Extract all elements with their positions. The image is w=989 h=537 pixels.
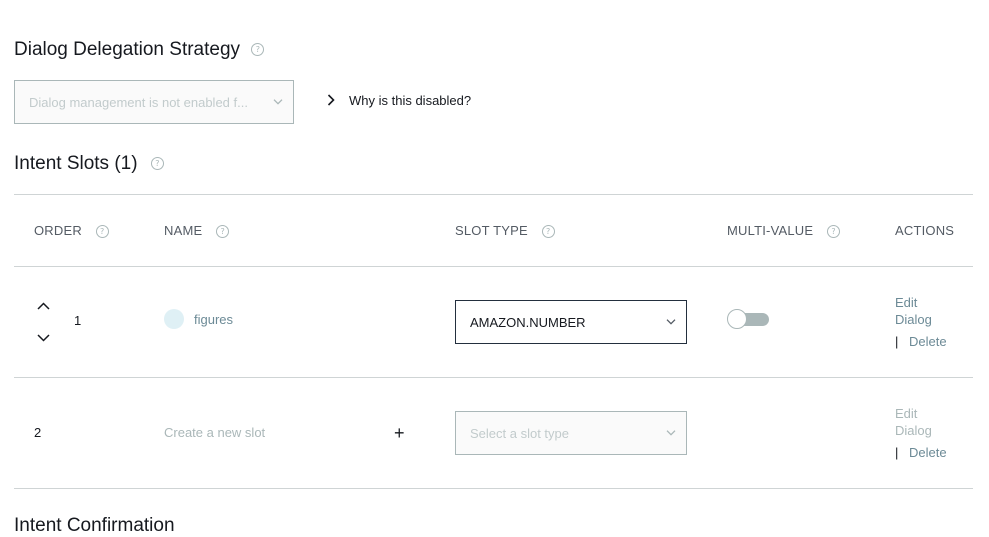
action-separator: | [895,334,899,349]
column-header-order-label: ORDER [34,223,82,238]
chevron-down-icon [666,430,676,436]
new-slot-type-select: Select a slot type [455,411,687,455]
chevron-down-icon [666,319,676,325]
help-icon[interactable]: ? [150,157,164,171]
action-row: | Delete [895,334,965,349]
column-header-name-label: NAME [164,223,203,238]
slot-type-placeholder: Select a slot type [470,425,569,441]
why-disabled-label: Why is this disabled? [349,92,472,108]
column-header-slot-type: SLOT TYPE ? [455,223,555,239]
table-top-divider [14,194,973,195]
help-icon[interactable]: ? [541,225,555,239]
delegation-select-value: Dialog management is not enabled f... [29,94,248,110]
new-slot-name-input[interactable]: Create a new slot [164,425,265,440]
slot-order: 2 [34,425,42,440]
column-header-order: ORDER ? [34,223,109,239]
edit-dialog-link[interactable]: Edit Dialog [895,294,945,328]
add-slot-button[interactable]: + [394,423,405,444]
help-icon[interactable]: ? [251,43,265,57]
chevron-down-icon [273,99,283,105]
delegation-section-title: Dialog Delegation Strategy ? [14,39,265,61]
column-header-name: NAME ? [164,223,230,239]
action-row: | Delete [895,445,965,460]
delegation-title: Dialog Delegation Strategy [14,39,241,60]
column-header-multi-value: MULTI-VALUE ? [727,223,841,239]
column-header-multi-value-label: MULTI-VALUE [727,223,814,238]
delete-link[interactable]: Delete [909,445,947,460]
why-disabled-expander[interactable]: Why is this disabled? [327,91,471,109]
delete-link[interactable]: Delete [909,334,947,349]
slot-order: 1 [74,313,82,328]
column-header-actions: ACTIONS [895,223,955,238]
table-header-divider [14,266,973,267]
slot-type-select[interactable]: AMAZON.NUMBER [455,300,687,344]
slots-title: Intent Slots (1) [14,153,138,174]
table-bottom-divider [14,488,973,489]
row-actions: Edit Dialog | Delete [895,405,965,460]
help-icon[interactable]: ? [95,225,109,239]
row-actions: Edit Dialog | Delete [895,294,965,349]
help-icon[interactable]: ? [216,225,230,239]
toggle-knob [727,309,747,329]
slot-type-value: AMAZON.NUMBER [470,314,586,330]
next-section-title: Intent Confirmation [14,515,175,536]
help-icon[interactable]: ? [827,225,841,239]
action-separator: | [895,445,899,460]
move-down-icon[interactable] [37,334,50,342]
move-up-icon[interactable] [37,302,50,310]
slot-name-link[interactable]: figures [194,312,233,327]
delegation-strategy-select: Dialog management is not enabled f... [14,80,294,124]
slot-color-dot [164,309,184,329]
slots-section-title: Intent Slots (1) ? [14,153,164,175]
chevron-right-icon [327,94,335,106]
row-divider [14,377,973,378]
edit-dialog-link: Edit Dialog [895,406,932,438]
multi-value-toggle[interactable] [727,309,769,331]
column-header-slot-type-label: SLOT TYPE [455,223,528,238]
